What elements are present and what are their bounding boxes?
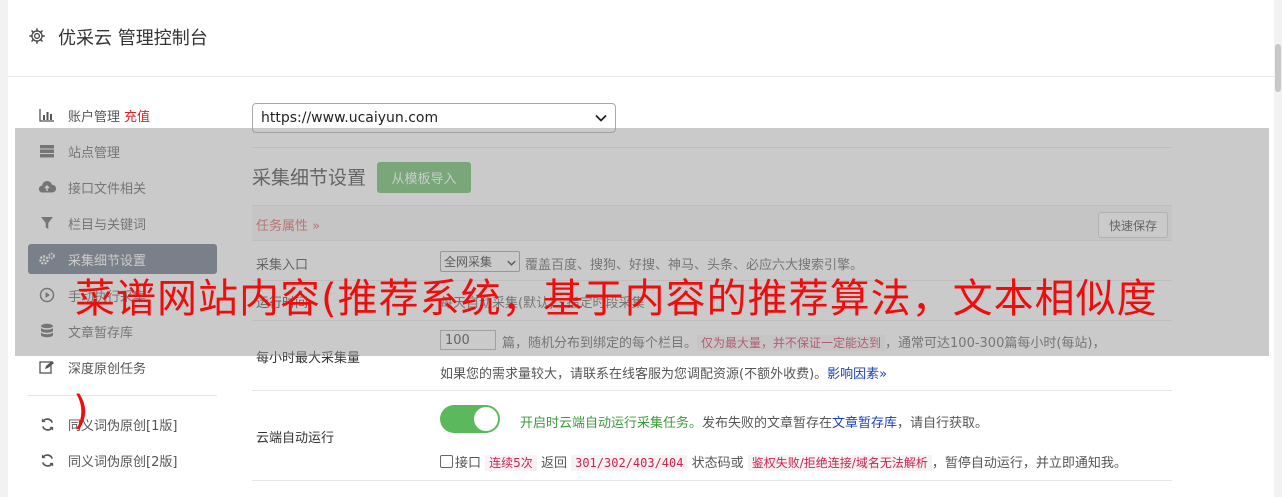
sidebar-item-label: 深度原创任务: [68, 361, 147, 377]
row-divider: [252, 480, 1172, 481]
overlay-caption: 菜谱网站内容(推荐系统，基于内容的推荐算法，文本相似度: [75, 276, 1158, 322]
sidebar-item-account[interactable]: 账户管理 充值: [28, 100, 217, 130]
site-select-value: https://www.ucaiyun.com: [261, 110, 439, 126]
code-badge-2: 301/302/403/404: [571, 455, 688, 471]
refresh-icon: [38, 416, 56, 432]
cb-label: 接口: [455, 456, 482, 471]
cloud-run-text4: 返回: [540, 456, 567, 471]
cloud-run-text5: 状态码或: [691, 456, 744, 471]
header-bar: 优采云 管理控制台: [8, 0, 1274, 77]
per-hour-line2: 如果您的需求量较大，请联系在线客服为您调配资源(不额外收费)。影响因素»: [440, 363, 887, 382]
bar-chart-icon: [38, 107, 56, 123]
pause-checkbox[interactable]: [440, 455, 453, 468]
overlay-caption-tail: ): [73, 388, 89, 434]
cloud-run-label: 云端自动运行: [256, 431, 335, 446]
cloud-run-text3: ，请自行获取。: [897, 416, 989, 431]
scrollbar[interactable]: [1274, 0, 1282, 484]
toggle-knob: [474, 407, 498, 431]
chevron-down-icon: [595, 110, 607, 126]
cloud-run-text2: 发布失败的文章暂存在: [702, 416, 833, 431]
cloud-run-text1: 开启时云端自动运行采集任务。: [520, 416, 703, 431]
edit-icon: [38, 359, 56, 375]
code-badge-3: 鉴权失败/拒绝连接/域名无法解析: [747, 455, 932, 471]
per-hour-text3: 如果您的需求量较大，请联系在线客服为您调配资源(不额外收费)。: [440, 367, 828, 382]
row-divider: [252, 390, 1172, 391]
cloud-run-line2: 接口 连续5次 返回 301/302/403/404 状态码或 鉴权失败/拒绝连…: [440, 452, 1127, 471]
sidebar-item-deep-original[interactable]: 深度原创任务: [28, 352, 217, 382]
cloud-run-line1: 开启时云端自动运行采集任务。发布失败的文章暂存在文章暂存库，请自行获取。: [520, 412, 988, 431]
refresh-icon: [38, 452, 56, 468]
sidebar-item-synonym-v2[interactable]: 同义词伪原创[2版]: [28, 445, 217, 475]
sidebar-item-label: 账户管理: [68, 109, 121, 125]
recharge-link[interactable]: 充值: [124, 106, 150, 125]
scrollbar-thumb[interactable]: [1275, 44, 1281, 92]
cloud-run-text6: ，暂停自动运行，并立即通知我。: [931, 456, 1127, 471]
gear-icon: [29, 28, 45, 44]
sidebar-item-synonym-v1[interactable]: 同义词伪原创[1版]: [28, 409, 217, 439]
page-title: 优采云 管理控制台: [58, 28, 208, 49]
code-badge-1: 连续5次: [485, 455, 537, 471]
article-store-link[interactable]: 文章暂存库: [832, 416, 897, 431]
cloud-run-toggle[interactable]: [440, 405, 500, 433]
factors-link[interactable]: 影响因素»: [827, 367, 887, 382]
sidebar-divider: [28, 395, 217, 396]
sidebar-item-label: 同义词伪原创[2版]: [68, 454, 178, 470]
